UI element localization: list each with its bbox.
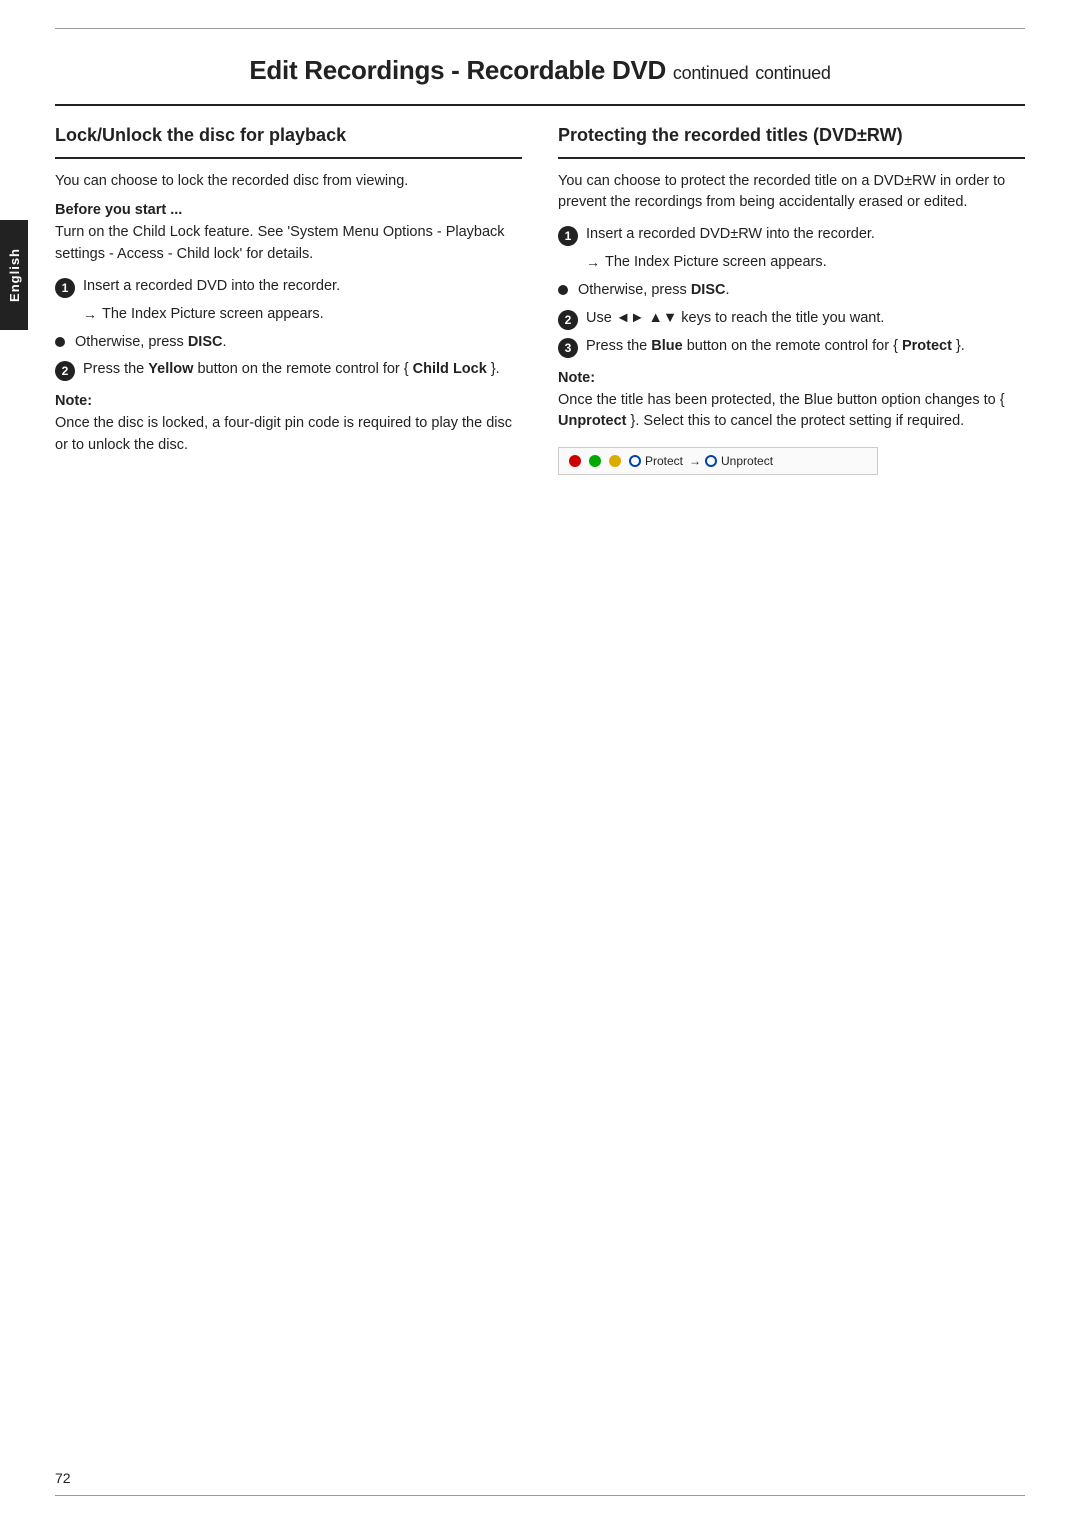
left-intro-text: You can choose to lock the recorded disc…	[55, 171, 522, 193]
right-bullet-symbol	[558, 285, 568, 295]
left-bullet-disc: Otherwise, press DISC.	[55, 332, 522, 354]
right-step-number-2: 2	[558, 310, 578, 330]
page-border-bottom	[55, 1495, 1025, 1496]
left-step-2: 2 Press the Yellow button on the remote …	[55, 359, 522, 381]
left-column: Lock/Unlock the disc for playback You ca…	[55, 124, 522, 475]
left-step-1-text: Insert a recorded DVD into the recorder.	[83, 276, 522, 298]
right-arrow-symbol: →	[586, 252, 600, 273]
right-intro-text: You can choose to protect the recorded t…	[558, 171, 1025, 215]
before-start-text: Turn on the Child Lock feature. See 'Sys…	[55, 222, 522, 266]
main-content: Edit Recordings - Recordable DVD continu…	[55, 55, 1025, 1469]
arrow-symbol: →	[83, 304, 97, 325]
protect-label: Protect	[645, 454, 683, 468]
right-step-1-text: Insert a recorded DVD±RW into the record…	[586, 224, 1025, 246]
left-note-label: Note:	[55, 393, 522, 409]
right-note-text: Once the title has been protected, the B…	[558, 390, 1025, 434]
before-start-label: Before you start ...	[55, 202, 522, 218]
left-note: Note: Once the disc is locked, a four-di…	[55, 393, 522, 457]
left-note-text: Once the disc is locked, a four-digit pi…	[55, 413, 522, 457]
diagram-arrow: →	[689, 454, 701, 468]
blue-dot-unprotect	[705, 455, 717, 467]
left-step-1-arrow: → The Index Picture screen appears.	[83, 304, 522, 326]
red-dot	[569, 455, 581, 467]
left-step-1: 1 Insert a recorded DVD into the recorde…	[55, 276, 522, 298]
right-step-number-3: 3	[558, 338, 578, 358]
step-number-2: 2	[55, 361, 75, 381]
right-step-1-arrow-text: The Index Picture screen appears.	[605, 252, 827, 274]
right-step-3-text: Press the Blue button on the remote cont…	[586, 336, 1025, 358]
right-section-title: Protecting the recorded titles (DVD±RW)	[558, 124, 1025, 147]
page-border-top	[55, 28, 1025, 29]
right-note-label: Note:	[558, 370, 1025, 386]
left-step-1-arrow-text: The Index Picture screen appears.	[102, 304, 324, 326]
right-column: Protecting the recorded titles (DVD±RW) …	[558, 124, 1025, 475]
right-step-1-arrow: → The Index Picture screen appears.	[586, 252, 1025, 274]
right-section-rule	[558, 157, 1025, 159]
left-section-rule	[55, 157, 522, 159]
right-step-3: 3 Press the Blue button on the remote co…	[558, 336, 1025, 358]
right-bullet-disc: Otherwise, press DISC.	[558, 280, 1025, 302]
english-tab-label: English	[7, 248, 22, 302]
right-step-2: 2 Use ◄► ▲▼ keys to reach the title you …	[558, 308, 1025, 330]
right-step-1: 1 Insert a recorded DVD±RW into the reco…	[558, 224, 1025, 246]
left-step-2-text: Press the Yellow button on the remote co…	[83, 359, 522, 381]
right-note: Note: Once the title has been protected,…	[558, 370, 1025, 434]
blue-dot-protect	[629, 455, 641, 467]
page-number: 72	[55, 1470, 71, 1486]
english-language-tab: English	[0, 220, 28, 330]
yellow-dot	[609, 455, 621, 467]
two-column-layout: Lock/Unlock the disc for playback You ca…	[55, 124, 1025, 475]
title-divider	[55, 104, 1025, 106]
green-dot	[589, 455, 601, 467]
step-number-1: 1	[55, 278, 75, 298]
page-title: Edit Recordings - Recordable DVD continu…	[55, 55, 1025, 86]
remote-diagram: Protect → Unprotect	[558, 447, 878, 475]
right-step-2-text: Use ◄► ▲▼ keys to reach the title you wa…	[586, 308, 1025, 330]
right-step-number-1: 1	[558, 226, 578, 246]
left-bullet-disc-text: Otherwise, press DISC.	[75, 332, 227, 354]
left-section-title: Lock/Unlock the disc for playback	[55, 124, 522, 147]
right-bullet-disc-text: Otherwise, press DISC.	[578, 280, 730, 302]
unprotect-label: Unprotect	[721, 454, 773, 468]
bullet-symbol	[55, 337, 65, 347]
